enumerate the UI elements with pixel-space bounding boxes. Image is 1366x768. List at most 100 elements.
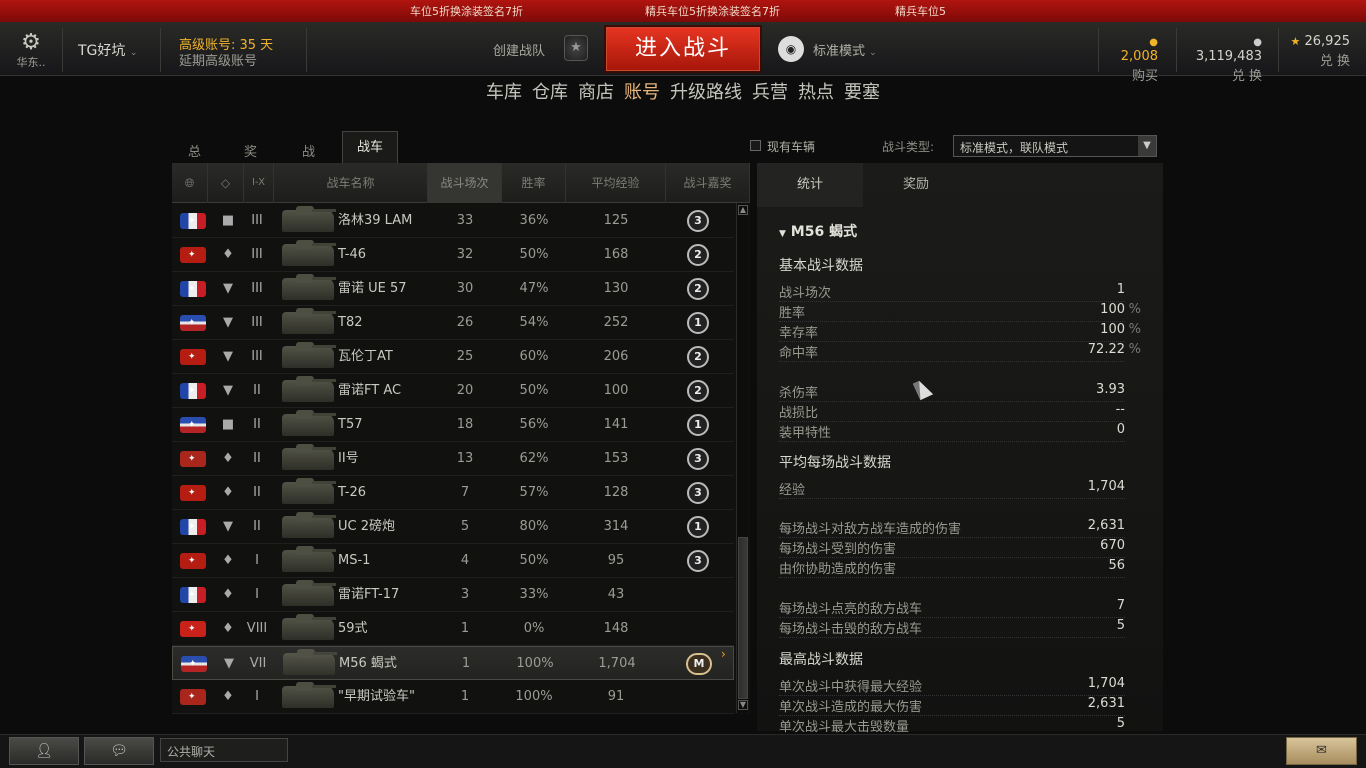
vehicle-class-icon: ♦ <box>222 689 234 704</box>
stat-line: 单次战斗中获得最大经验 1,704 <box>779 676 1125 696</box>
col-mastery[interactable]: 战斗嘉奖 <box>666 163 750 203</box>
stat-label: 每场战斗点亮的敌方战车 <box>779 602 923 617</box>
stat-value: 1 <box>1116 282 1125 297</box>
table-row[interactable]: ✦ ♦ I "早期试验车" 1 100% 91 <box>172 680 734 714</box>
win-rate: 56% <box>519 417 549 432</box>
vehicle-tier: II <box>253 485 261 500</box>
table-row[interactable]: ✦ ♦ III T-46 32 50% 168 2 <box>172 238 734 272</box>
avg-stats-header: 平均每场战斗数据 <box>779 455 891 471</box>
battle-type-label: 战斗类型: <box>882 140 935 154</box>
stat-line: 命中率 72.22% <box>779 342 1141 362</box>
nav-item-3[interactable]: 账号 <box>624 76 660 110</box>
platoon-icon[interactable]: ★ <box>564 35 588 61</box>
current-vehicles-checkbox[interactable] <box>750 140 761 151</box>
flag-emblem-icon: ✦ <box>188 386 196 396</box>
stat-label: 经验 <box>779 483 806 498</box>
table-row[interactable]: ✦ ▼ II 雷诺FT AC 20 50% 100 2 <box>172 374 734 408</box>
nav-item-1[interactable]: 仓库 <box>532 76 568 110</box>
selected-tank-name[interactable]: ▼ M56 蝎式 <box>779 221 857 241</box>
table-row[interactable]: ✦ ■ II T57 18 56% 141 1 <box>172 408 734 442</box>
vehicle-class-icon: ♦ <box>222 621 234 636</box>
xp-exchange[interactable]: ★ 26,925 兑 换 <box>1290 34 1350 69</box>
avg-xp: 1,704 <box>598 656 636 671</box>
nickname-text: TG好坑 <box>78 43 126 59</box>
scroll-up-icon[interactable]: ▲ <box>738 205 748 215</box>
vehicle-class-icon: ▼ <box>223 383 233 398</box>
table-row[interactable]: ✦ ▼ II UC 2磅炮 5 80% 314 1 <box>172 510 734 544</box>
nav-item-4[interactable]: 升级路线 <box>670 76 742 110</box>
battles-count: 18 <box>456 417 474 432</box>
nav-item-2[interactable]: 商店 <box>578 76 614 110</box>
stat-label: 战斗场次 <box>779 286 832 301</box>
battles-count: 4 <box>460 553 470 568</box>
col-name[interactable]: 战车名称 <box>274 163 428 203</box>
flag-emblem-icon: ✦ <box>189 659 197 669</box>
vehicle-list-scrollbar[interactable]: ▲ ▼ <box>736 203 748 713</box>
nation-flag-icon: ✦ <box>180 451 206 467</box>
win-rate: 54% <box>519 315 549 330</box>
battle-mode-select[interactable]: 标准模式 ⌄ <box>813 40 877 59</box>
create-platoon-button[interactable]: 创建战队 <box>493 40 545 59</box>
table-row[interactable]: ✦ ▼ III 瓦伦丁AT 25 60% 206 2 <box>172 340 734 374</box>
extend-premium-link[interactable]: 延期高级账号 <box>179 50 257 69</box>
table-row[interactable]: ✦ ♦ I 雷诺FT-17 3 33% 43 <box>172 578 734 612</box>
table-row[interactable]: ✦ ♦ II II号 13 62% 153 3 <box>172 442 734 476</box>
col-nation[interactable]: 🌐︎ <box>172 163 208 203</box>
channels-button[interactable]: 💬︎ <box>84 737 154 765</box>
col-tier[interactable]: I-X <box>244 163 274 203</box>
vehicle-tier: III <box>251 281 263 296</box>
avg-xp: 314 <box>603 519 629 534</box>
tab-vehicle-awards[interactable]: 奖励 <box>863 163 969 207</box>
stat-label: 单次战斗中获得最大经验 <box>779 680 923 695</box>
public-chat-input[interactable]: 公共聊天 <box>160 738 288 762</box>
class-icon: ◇ <box>220 176 231 190</box>
col-class[interactable]: ◇ <box>208 163 244 203</box>
basic-stats-header: 基本战斗数据 <box>779 258 863 274</box>
nickname-menu[interactable]: TG好坑 ⌄ <box>78 40 137 60</box>
nav-item-6[interactable]: 热点 <box>798 76 834 110</box>
table-row[interactable]: ✦ ♦ I MS-1 4 50% 95 3 <box>172 544 734 578</box>
stat-value: 1,704 <box>1087 479 1125 494</box>
nav-item-7[interactable]: 要塞 <box>844 76 880 110</box>
tank-thumbnail <box>282 410 336 436</box>
col-winrate[interactable]: 胜率 <box>502 163 566 203</box>
battle-type-value: 标准模式，联队模式 <box>960 141 1069 155</box>
ticker-item-2: 精兵车位5折换涂装签名7折 <box>645 5 780 18</box>
stat-line: 装甲特性 0 <box>779 422 1125 442</box>
table-row[interactable]: ✦ ▼ VII M56 蝎式 1 100% 1,704 M › <box>172 646 734 680</box>
vehicle-class-icon: ♦ <box>222 451 234 466</box>
battle-type-select[interactable]: 标准模式，联队模式 ▼ <box>953 135 1157 157</box>
col-avgxp[interactable]: 平均经验 <box>566 163 666 203</box>
stat-value: 5 <box>1116 716 1125 731</box>
tab-vehicles[interactable]: 战车 <box>342 131 398 164</box>
table-row[interactable]: ✦ ▼ III T82 26 54% 252 1 <box>172 306 734 340</box>
stat-label: 胜率 <box>779 306 806 321</box>
ticker-item-3: 精兵车位5 <box>895 5 946 18</box>
contacts-button[interactable]: 👤︎ <box>9 737 79 765</box>
stat-label: 单次战斗造成的最大伤害 <box>779 700 923 715</box>
win-rate: 33% <box>519 587 549 602</box>
avg-xp: 43 <box>607 587 625 602</box>
col-battles[interactable]: 战斗场次 <box>428 163 502 203</box>
table-row[interactable]: ✦ ▼ III 雷诺 UE 57 30 47% 130 2 <box>172 272 734 306</box>
table-row[interactable]: ✦ ♦ II T-26 7 57% 128 3 <box>172 476 734 510</box>
tank-thumbnail <box>282 308 336 334</box>
vehicle-tier: VIII <box>246 621 268 636</box>
vehicle-tier: III <box>251 349 263 364</box>
tab-statistics[interactable]: 统计 <box>757 163 863 207</box>
xp-star-icon: ★ <box>1290 35 1301 48</box>
scrollbar-thumb[interactable] <box>738 537 748 699</box>
settings-button[interactable]: ⚙ 华东.. <box>8 32 54 72</box>
nav-item-0[interactable]: 车库 <box>486 76 522 110</box>
battle-button[interactable]: 进入战斗 <box>604 25 762 73</box>
table-row[interactable]: ✦ ■ III 洛林39 LAM 33 36% 125 3 <box>172 204 734 238</box>
mastery-badge-icon: 3 <box>687 482 709 504</box>
scroll-down-icon[interactable]: ▼ <box>738 700 748 710</box>
stat-line: 战斗场次 1 <box>779 282 1125 302</box>
notifications-button[interactable]: ✉ <box>1286 737 1357 765</box>
table-row[interactable]: ✦ ♦ VIII 59式 1 0% 148 <box>172 612 734 646</box>
stat-label: 单次战斗最大击毁数量 <box>779 720 910 735</box>
nav-item-5[interactable]: 兵营 <box>752 76 788 110</box>
flag-emblem-icon: ✦ <box>188 624 196 634</box>
stat-value: 670 <box>1100 538 1125 553</box>
